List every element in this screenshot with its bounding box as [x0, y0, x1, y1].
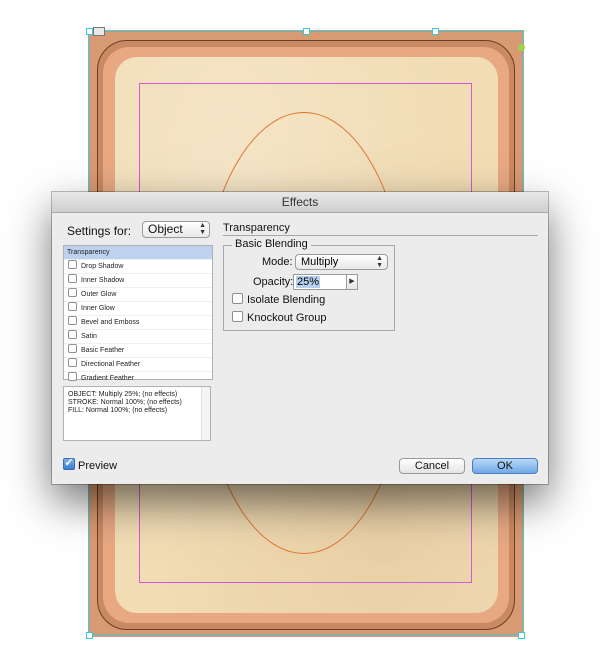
effect-item-transparency[interactable]: Transparency	[64, 246, 212, 260]
selection-handle-top-center[interactable]	[303, 28, 310, 35]
mode-label: Mode:	[262, 256, 293, 268]
effect-label: Transparency	[67, 249, 110, 256]
effect-checkbox[interactable]	[68, 358, 77, 367]
chevron-updown-icon: ▲ ▼	[199, 222, 206, 236]
mode-select[interactable]: Multiply ▲ ▼	[295, 254, 388, 270]
effect-item-gradient-feather[interactable]: Gradient Feather	[64, 372, 212, 386]
isolate-blending-label: Isolate Blending	[247, 294, 326, 306]
content-indicator-icon[interactable]	[93, 27, 105, 36]
summary-line: STROKE: Normal 100%; (no effects)	[68, 399, 182, 406]
effect-checkbox[interactable]	[68, 330, 77, 339]
effect-label: Inner Shadow	[81, 277, 125, 284]
effect-checkbox[interactable]	[68, 288, 77, 297]
effect-label: Drop Shadow	[81, 263, 124, 270]
cancel-button[interactable]: Cancel	[399, 458, 465, 474]
chevron-updown-icon: ▲ ▼	[376, 255, 383, 269]
effect-item-directional-feather[interactable]: Directional Feather	[64, 358, 212, 372]
effect-checkbox[interactable]	[68, 302, 77, 311]
effect-item-drop-shadow[interactable]: Drop Shadow	[64, 260, 212, 274]
selection-handle-top-right[interactable]	[432, 28, 439, 35]
effect-item-satin[interactable]: Satin	[64, 330, 212, 344]
opacity-input[interactable]: 25%	[293, 274, 348, 290]
effect-checkbox[interactable]	[68, 372, 77, 381]
effect-label: Directional Feather	[81, 361, 141, 368]
settings-for-select[interactable]: Object ▲ ▼	[142, 221, 210, 238]
preview-checkbox[interactable]: ✓	[63, 457, 75, 470]
opacity-label: Opacity:	[253, 276, 294, 288]
effects-summary: OBJECT: Multiply 25%; (no effects) STROK…	[63, 386, 211, 441]
triangle-right-icon: ▶	[349, 278, 355, 285]
summary-line: OBJECT: Multiply 25%; (no effects)	[68, 391, 178, 398]
section-divider	[223, 235, 538, 236]
mode-value: Multiply	[301, 256, 339, 268]
knockout-group-label: Knockout Group	[247, 312, 327, 324]
effect-label: Satin	[81, 333, 97, 340]
effects-dialog: Effects Settings for: Object ▲ ▼ Transpar…	[52, 192, 548, 484]
effect-checkbox[interactable]	[68, 274, 77, 283]
effect-label: Gradient Feather	[81, 375, 134, 382]
effect-item-basic-feather[interactable]: Basic Feather	[64, 344, 212, 358]
section-title: Transparency	[223, 222, 290, 234]
checkmark-icon: ✓	[64, 457, 74, 469]
knockout-group-row[interactable]: Knockout Group	[232, 311, 327, 324]
effect-item-inner-glow[interactable]: Inner Glow	[64, 302, 212, 316]
selection-handle-bottom-right[interactable]	[518, 632, 525, 639]
live-corner-icon[interactable]	[518, 44, 525, 51]
summary-scrollbar[interactable]	[201, 387, 210, 440]
opacity-value: 25%	[296, 276, 321, 288]
dialog-title: Effects	[52, 192, 548, 213]
settings-for-value: Object	[148, 222, 183, 236]
effect-item-bevel-and-emboss[interactable]: Bevel and Emboss	[64, 316, 212, 330]
ok-button[interactable]: OK	[472, 458, 538, 474]
preview-checkbox-row[interactable]: ✓ Preview	[63, 457, 118, 472]
opacity-slider-button[interactable]: ▶	[346, 274, 358, 290]
effect-checkbox[interactable]	[68, 316, 77, 325]
isolate-blending-row[interactable]: Isolate Blending	[232, 293, 325, 306]
settings-for-label: Settings for:	[67, 224, 132, 238]
selection-handle-top-left[interactable]	[86, 28, 93, 35]
preview-label: Preview	[78, 460, 118, 472]
effect-label: Inner Glow	[81, 305, 115, 312]
effect-checkbox[interactable]	[68, 260, 77, 269]
effects-list: Transparency Drop Shadow Inner Shadow Ou…	[63, 245, 213, 386]
effect-checkbox[interactable]	[68, 344, 77, 353]
effect-item-outer-glow[interactable]: Outer Glow	[64, 288, 212, 302]
effect-label: Bevel and Emboss	[81, 319, 140, 326]
isolate-blending-checkbox[interactable]	[232, 293, 243, 304]
effect-item-inner-shadow[interactable]: Inner Shadow	[64, 274, 212, 288]
knockout-group-checkbox[interactable]	[232, 311, 243, 322]
effect-label: Outer Glow	[81, 291, 117, 298]
basic-blending-legend: Basic Blending	[232, 238, 311, 250]
selection-handle-bottom-left[interactable]	[86, 632, 93, 639]
summary-line: FILL: Normal 100%; (no effects)	[68, 407, 168, 414]
effect-label: Basic Feather	[81, 347, 125, 354]
